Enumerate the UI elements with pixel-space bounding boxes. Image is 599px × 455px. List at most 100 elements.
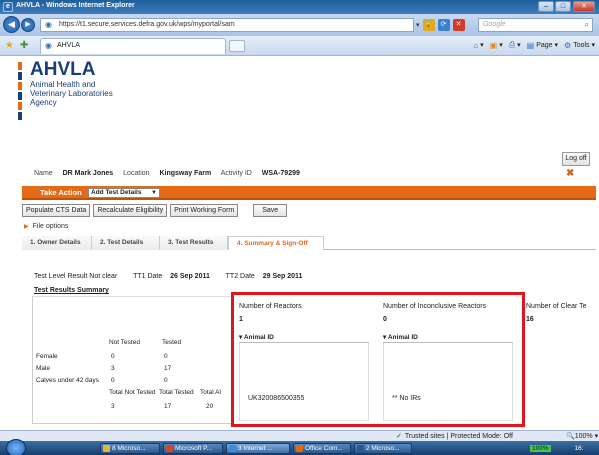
check-icon: ✓: [396, 433, 402, 440]
tab-owner-details[interactable]: 1. Owner Details: [22, 236, 92, 250]
section-title: Test Results Summary: [34, 287, 109, 294]
inconclusive-grid: ** No IRs: [383, 343, 513, 421]
chevron-down-icon: ▼: [151, 190, 157, 196]
dropdown-icon[interactable]: ▾: [416, 21, 420, 29]
logo-line-1: Animal Health and: [30, 80, 96, 89]
location-value: Kingsway Farm: [159, 170, 212, 177]
taskbar-button-label: 8 Microso...: [112, 445, 146, 452]
browser-tab-ahvla[interactable]: ◉ AHVLA: [40, 38, 226, 54]
inconclusive-grid-header[interactable]: ▾ Animal ID: [383, 332, 513, 343]
name-label: Name: [34, 170, 53, 177]
total-all-header: Total Al: [200, 389, 221, 396]
feeds-button[interactable]: ▣ ▾: [490, 41, 503, 50]
trusted-sites-text: Trusted sites | Protected Mode: Off: [404, 433, 513, 440]
take-action-bar: Take Action Add Test Details ▼: [22, 186, 596, 200]
row-not-tested: 0: [111, 377, 115, 384]
new-tab-button[interactable]: [229, 40, 245, 52]
tab-test-results[interactable]: 3. Test Results: [160, 236, 228, 250]
minimize-button[interactable]: –: [538, 1, 554, 12]
page-menu[interactable]: ▤ Page ▾: [527, 41, 558, 50]
clear-value: 16: [526, 316, 534, 323]
form-tabs: 1. Owner Details 2. Test Details 3. Test…: [22, 236, 596, 250]
close-window-button[interactable]: ✕: [573, 1, 595, 12]
row-tested: 0: [164, 377, 168, 384]
tab-test-details[interactable]: 2. Test Details: [92, 236, 160, 250]
reactors-label: Number of Reactors: [239, 303, 302, 310]
feeds-icon: ▣: [489, 40, 498, 50]
print-working-form-button[interactable]: Print Working Form: [170, 204, 239, 217]
favorites-star-icon[interactable]: ★: [5, 40, 14, 51]
taskbar-button[interactable]: 3 Internet ...: [226, 443, 290, 454]
col-not-tested: Not Tested: [109, 339, 140, 346]
result-label: Test Level Result: [34, 273, 88, 280]
tt1-value: 26 Sep 2011: [170, 273, 210, 280]
system-tray: 100% 16:: [530, 443, 583, 454]
inconclusive-value: 0: [383, 316, 387, 323]
office-icon: [296, 445, 303, 452]
sort-down-icon: ▾: [383, 334, 387, 341]
taskbar-button[interactable]: 2 Microso...: [354, 443, 412, 454]
row-tested: 0: [164, 353, 168, 360]
summary-line: Test Level Result Not clear TT1 Date 26 …: [34, 273, 302, 280]
take-action-select[interactable]: Add Test Details ▼: [88, 188, 160, 198]
row-label: Male: [36, 365, 51, 372]
start-button[interactable]: [6, 439, 26, 455]
total-not-tested-header: Total Not Tested: [109, 389, 156, 396]
form-button-row: Populate CTS Data Recalculate Eligibilit…: [22, 204, 288, 217]
tab-summary-signoff[interactable]: 4. Summary & Sign-Off: [228, 236, 324, 250]
taskbar-button[interactable]: Microsoft P...: [163, 443, 223, 454]
name-value: DR Mark Jones: [62, 170, 114, 177]
inconclusive-animal-id-header: Animal ID: [387, 334, 418, 341]
address-bar: ◀ ▶ ◉ https://t1.secure.services.defra.g…: [0, 14, 599, 36]
taskbar-button[interactable]: Office Com...: [293, 443, 351, 454]
search-input[interactable]: Google ⌕: [478, 18, 593, 32]
search-icon[interactable]: ⌕: [585, 20, 589, 30]
tray-percent: 100%: [530, 445, 551, 452]
ahvla-logo: AHVLA Animal Health and Veterinary Labor…: [30, 60, 113, 108]
print-button[interactable]: ⎙ ▾: [509, 40, 521, 50]
stop-icon[interactable]: ✕: [452, 19, 465, 31]
page-menu-icon: ▤: [526, 40, 535, 50]
reactors-animal-id-header: Animal ID: [243, 334, 274, 341]
result-value: Not clear: [89, 273, 118, 280]
total-tested-header: Total Tested: [159, 389, 194, 396]
lock-icon[interactable]: 🔒: [422, 19, 435, 31]
expand-triangle-icon: ▶: [24, 224, 29, 230]
recalculate-eligibility-button[interactable]: Recalculate Eligibility: [93, 204, 168, 217]
trusted-sites-status: ✓ Trusted sites | Protected Mode: Off: [396, 432, 513, 440]
home-button[interactable]: ⌂ ▾: [473, 41, 483, 50]
row-not-tested: 3: [111, 365, 115, 372]
file-options-toggle[interactable]: ▶ File options: [24, 223, 68, 230]
maximize-button[interactable]: □: [555, 1, 571, 12]
refresh-icon[interactable]: ⟳: [437, 19, 450, 31]
tools-menu[interactable]: ⚙ Tools ▾: [564, 41, 595, 50]
back-button[interactable]: ◀: [3, 16, 20, 33]
reactors-grid-header[interactable]: ▾ Animal ID: [239, 332, 369, 343]
total-tested-value: 17: [164, 403, 172, 410]
inconclusive-animal-id: ** No IRs: [392, 395, 421, 402]
url-input[interactable]: ◉ https://t1.secure.services.defra.gov.u…: [40, 18, 414, 32]
save-button[interactable]: Save: [253, 204, 288, 217]
col-tested: Tested: [162, 339, 182, 346]
add-favorites-icon[interactable]: ✚: [20, 40, 28, 51]
populate-cts-button[interactable]: Populate CTS Data: [22, 204, 91, 217]
taskbar-button[interactable]: 8 Microso...: [100, 443, 160, 454]
forward-button[interactable]: ▶: [21, 18, 35, 32]
tab-page-icon: ◉: [45, 41, 52, 50]
tt2-value: 29 Sep 2011: [262, 273, 303, 280]
reactor-animal-id[interactable]: UK320086500355: [248, 395, 304, 402]
taskbar-button-label: 2 Microso...: [366, 445, 400, 452]
clear-label: Number of Clear Te: [526, 303, 587, 310]
close-activity-icon[interactable]: ✖: [566, 168, 574, 179]
file-options-label: File options: [32, 223, 69, 230]
row-label: Calves under 42 days: [36, 377, 99, 384]
activity-label: Activity ID: [220, 170, 252, 177]
zoom-text: 100%: [574, 433, 593, 440]
ahvla-logo-mark: [18, 62, 22, 120]
zoom-level[interactable]: 🔍100% ▾: [566, 432, 598, 440]
clock: 16:: [574, 445, 584, 452]
row-label: Female: [36, 353, 58, 360]
folder-icon: [103, 445, 110, 452]
total-not-tested-value: 3: [111, 403, 115, 410]
logoff-button[interactable]: Log off: [562, 152, 590, 166]
